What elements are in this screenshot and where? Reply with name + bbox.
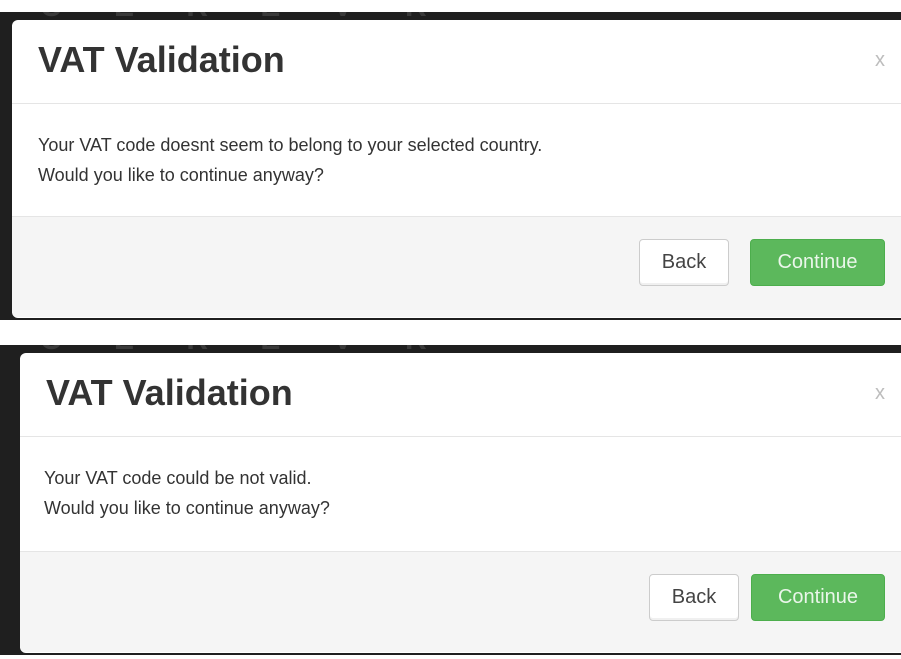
modal-body: Your VAT code doesnt seem to belong to y… bbox=[12, 104, 901, 217]
screenshot-2: C E R E V R VAT Validation x Your VAT co… bbox=[0, 345, 901, 655]
back-button[interactable]: Back bbox=[649, 574, 739, 621]
continue-button[interactable]: Continue bbox=[750, 239, 885, 286]
modal-title: VAT Validation bbox=[38, 39, 285, 80]
message-line: Your VAT code could be not valid. bbox=[44, 468, 312, 488]
screenshot-1: C E R E V R VAT Validation x Your VAT co… bbox=[0, 12, 901, 320]
close-icon[interactable]: x bbox=[875, 381, 885, 405]
vat-validation-dialog: VAT Validation x Your VAT code could be … bbox=[20, 353, 901, 653]
modal-footer: Back Continue bbox=[12, 217, 901, 317]
modal-footer: Back Continue bbox=[20, 552, 901, 652]
close-icon[interactable]: x bbox=[875, 48, 885, 72]
message-line: Would you like to continue anyway? bbox=[38, 165, 324, 185]
message-line: Would you like to continue anyway? bbox=[44, 498, 330, 518]
modal-header: VAT Validation x bbox=[12, 20, 901, 104]
modal-title: VAT Validation bbox=[46, 372, 293, 413]
message-line: Your VAT code doesnt seem to belong to y… bbox=[38, 135, 543, 155]
modal-header: VAT Validation x bbox=[20, 353, 901, 437]
vat-validation-dialog: VAT Validation x Your VAT code doesnt se… bbox=[12, 20, 901, 318]
modal-body: Your VAT code could be not valid. Would … bbox=[20, 437, 901, 552]
continue-button[interactable]: Continue bbox=[751, 574, 885, 621]
back-button[interactable]: Back bbox=[639, 239, 729, 286]
